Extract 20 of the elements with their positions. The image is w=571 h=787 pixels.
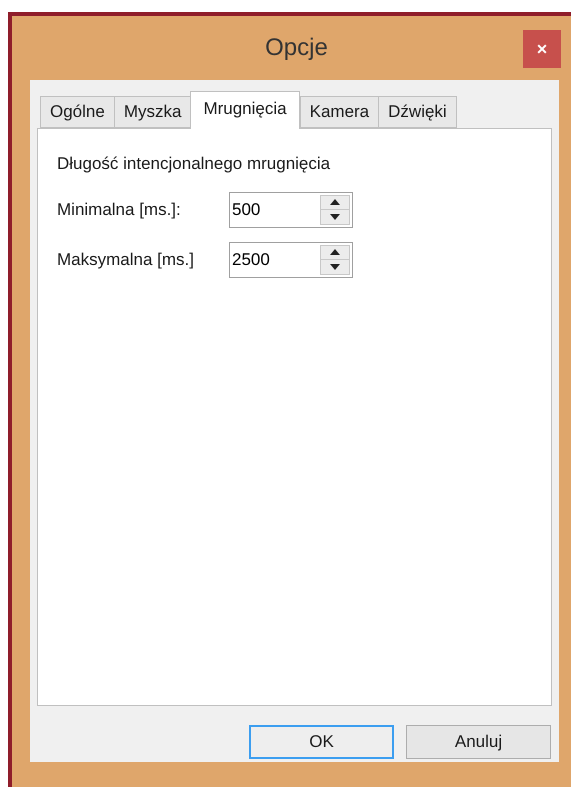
dialog-button[interactable]: OK <box>249 725 394 759</box>
section-label: Długość intencjonalnego mrugnięcia <box>57 153 332 175</box>
tab[interactable]: Mrugnięcia <box>190 91 300 129</box>
number-input[interactable]: 2500 <box>230 242 318 276</box>
field-label: Minimalna [ms.]: <box>57 198 182 221</box>
number-input[interactable]: 500 <box>230 192 318 226</box>
tab[interactable]: Dźwięki <box>378 96 457 128</box>
dialog-button[interactable]: Anuluj <box>406 725 551 759</box>
up-arrow-icon <box>330 199 340 206</box>
number-spinner[interactable]: 500 <box>229 192 353 228</box>
tab[interactable]: Ogólne <box>40 96 115 128</box>
tab[interactable]: Myszka <box>114 96 192 128</box>
tab[interactable]: Kamera <box>300 96 380 128</box>
close-button[interactable]: × <box>523 30 561 68</box>
number-spinner[interactable]: 2500 <box>229 242 353 278</box>
field-label: Maksymalna [ms.] <box>57 248 195 271</box>
down-arrow-icon <box>330 264 340 270</box>
window-title: Opcje <box>264 33 328 63</box>
up-arrow-icon <box>330 249 340 256</box>
down-arrow-icon <box>330 214 340 220</box>
